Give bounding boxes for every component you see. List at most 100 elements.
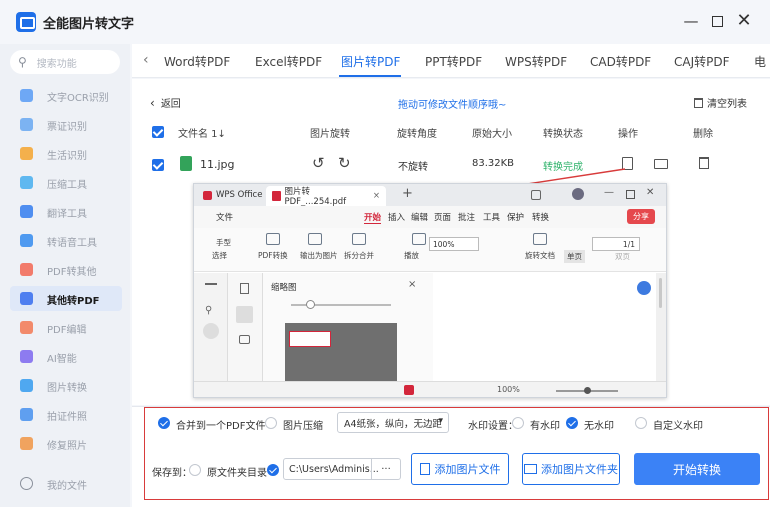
sidebar-item-image-convert[interactable]: 图片转换 bbox=[10, 373, 122, 398]
wps-menu-insert[interactable]: 插入 bbox=[388, 211, 405, 223]
sidebar-item-translate[interactable]: 翻译工具 bbox=[10, 199, 122, 224]
collapse-icon[interactable] bbox=[205, 283, 217, 285]
wps-tab-bar: WPS Office 图片转PDF_...254.pdf × + — ✕ bbox=[194, 184, 666, 207]
close-tab-icon[interactable]: × bbox=[373, 191, 380, 201]
wps-tool-rotate-doc[interactable]: 旋转文档 bbox=[525, 250, 555, 261]
zoom-select[interactable]: 100% bbox=[429, 237, 479, 251]
tab-ppt-to-pdf[interactable]: PPT转PDF bbox=[425, 53, 482, 70]
sidebar-item-pdf-edit[interactable]: PDF编辑 bbox=[10, 315, 122, 340]
search-placeholder: 搜索功能 bbox=[36, 58, 77, 70]
page-input[interactable]: 1/1 bbox=[592, 237, 640, 251]
start-convert-button[interactable]: 开始转换 bbox=[634, 453, 760, 485]
watermark-no-radio[interactable] bbox=[566, 417, 578, 429]
wps-menu-convert[interactable]: 转换 bbox=[532, 211, 549, 223]
wps-tool-double-page[interactable]: 双页 bbox=[612, 250, 633, 263]
search-input[interactable]: ⚲ 搜索功能 bbox=[10, 50, 120, 74]
wps-menu-page[interactable]: 页面 bbox=[434, 211, 451, 223]
close-icon[interactable]: ✕ bbox=[733, 10, 755, 32]
save-original-radio[interactable] bbox=[189, 464, 201, 476]
rotate-right-icon[interactable]: ↻ bbox=[338, 154, 351, 172]
minimize-icon[interactable]: — bbox=[680, 10, 702, 32]
maximize-icon[interactable] bbox=[706, 10, 728, 32]
new-tab-icon[interactable]: + bbox=[402, 186, 413, 201]
wps-close-icon[interactable]: ✕ bbox=[646, 187, 654, 198]
floating-tool-icon[interactable] bbox=[637, 281, 651, 295]
paper-select[interactable]: A4纸张，纵向，无边距 ▾ bbox=[337, 412, 449, 433]
vertical-scrollbar[interactable] bbox=[659, 278, 662, 308]
wps-window-icon[interactable] bbox=[531, 190, 541, 200]
wps-minimize-icon[interactable]: — bbox=[604, 187, 614, 198]
wps-tool-hand[interactable]: 手型 bbox=[216, 237, 231, 248]
bookmark-icon[interactable] bbox=[240, 283, 249, 294]
wps-menu-home[interactable]: 开始 bbox=[364, 211, 382, 224]
share-label: 分享 bbox=[633, 212, 649, 221]
column-header-filename[interactable]: 文件名 1↓ bbox=[178, 125, 226, 140]
avatar[interactable] bbox=[572, 188, 584, 200]
tab-caj-to-pdf[interactable]: CAJ转PDF bbox=[674, 53, 730, 70]
tab-image-to-pdf[interactable]: 图片转PDF bbox=[341, 53, 400, 70]
sidebar-item-my-files[interactable]: 我的文件 bbox=[10, 471, 122, 496]
sidebar-item-ai[interactable]: AI智能 bbox=[10, 344, 122, 369]
clear-list-button[interactable]: 清空列表 bbox=[694, 95, 747, 110]
wps-menu-file[interactable]: 文件 bbox=[216, 211, 233, 223]
tab-cad-to-pdf[interactable]: CAD转PDF bbox=[590, 53, 651, 70]
watermark-no-label: 无水印 bbox=[584, 421, 614, 432]
pdf-edit-icon bbox=[20, 321, 33, 334]
wps-tool-single-page[interactable]: 单页 bbox=[564, 250, 585, 263]
comment-icon[interactable] bbox=[239, 335, 250, 344]
wps-menu-protect[interactable]: 保护 bbox=[507, 211, 524, 223]
sidebar-item-receipt[interactable]: 票证识别 bbox=[10, 112, 122, 137]
sidebar-item-photo-repair[interactable]: 修复照片 bbox=[10, 431, 122, 456]
wps-maximize-icon[interactable] bbox=[626, 190, 635, 199]
sidebar-item-pdf-to-other[interactable]: PDF转其他 bbox=[10, 257, 122, 282]
merge-label: 合并到一个PDF文件 bbox=[176, 421, 266, 432]
back-button[interactable]: ‹ 返回 bbox=[150, 95, 181, 111]
delete-icon[interactable] bbox=[699, 157, 709, 169]
watermark-custom-radio[interactable] bbox=[635, 417, 647, 429]
sidebar-item-compress[interactable]: 压缩工具 bbox=[10, 170, 122, 195]
share-button[interactable]: 分享 bbox=[627, 209, 655, 224]
tab-scroll-left-icon[interactable]: ‹ bbox=[143, 52, 149, 68]
compress-radio[interactable] bbox=[265, 417, 277, 429]
play-icon[interactable] bbox=[404, 385, 414, 395]
thumbnail-icon[interactable] bbox=[236, 306, 253, 323]
sidebar-item-life[interactable]: 生活识别 bbox=[10, 141, 122, 166]
sidebar-item-other-to-pdf[interactable]: 其他转PDF bbox=[10, 286, 122, 311]
close-thumbnail-icon[interactable]: × bbox=[408, 279, 416, 290]
wps-home-tab[interactable]: WPS Office bbox=[198, 187, 267, 203]
wps-menu-edit[interactable]: 编辑 bbox=[411, 211, 428, 223]
wps-tool-split-merge[interactable]: 拆分合并 bbox=[344, 250, 374, 261]
tab-more-to-pdf[interactable]: 电 bbox=[754, 53, 766, 70]
wps-tool-play[interactable]: 播放 bbox=[404, 250, 419, 261]
wps-tool-export-image[interactable]: 输出为图片 bbox=[300, 250, 338, 261]
watermark-yes-radio[interactable] bbox=[512, 417, 524, 429]
sidebar-item-speech[interactable]: 转语音工具 bbox=[10, 228, 122, 253]
add-image-folder-button[interactable]: 添加图片文件夹 bbox=[522, 453, 620, 485]
add-image-file-button[interactable]: 添加图片文件 bbox=[411, 453, 509, 485]
wps-doc-tab[interactable]: 图片转PDF_...254.pdf × bbox=[266, 186, 386, 207]
wps-tool-select[interactable]: 选择 bbox=[212, 250, 227, 261]
slider-handle[interactable] bbox=[306, 300, 315, 309]
sidebar-item-ocr[interactable]: 文字OCR识别 bbox=[10, 83, 122, 108]
tab-word-to-pdf[interactable]: Word转PDF bbox=[164, 53, 230, 70]
tab-wps-to-pdf[interactable]: WPS转PDF bbox=[505, 53, 567, 70]
wps-menu-comment[interactable]: 批注 bbox=[458, 211, 475, 223]
rotate-left-icon[interactable]: ↺ bbox=[312, 154, 325, 172]
back-label: 返回 bbox=[160, 99, 181, 110]
tab-excel-to-pdf[interactable]: Excel转PDF bbox=[255, 53, 322, 70]
wps-menu-tools[interactable]: 工具 bbox=[483, 211, 500, 223]
merge-radio[interactable] bbox=[158, 417, 170, 429]
search-icon[interactable]: ⚲ bbox=[205, 305, 212, 316]
open-folder-icon[interactable] bbox=[654, 159, 668, 169]
sidebar-item-id-photo[interactable]: 拍证件照 bbox=[10, 402, 122, 427]
more-icon[interactable] bbox=[203, 323, 219, 339]
browse-button[interactable]: ··· bbox=[371, 459, 400, 479]
row-checkbox[interactable] bbox=[152, 159, 164, 171]
select-all-checkbox[interactable] bbox=[152, 126, 164, 138]
page-thumbnail[interactable] bbox=[289, 331, 331, 347]
zoom-slider-handle[interactable] bbox=[584, 387, 591, 394]
save-custom-radio[interactable] bbox=[267, 464, 279, 476]
column-header-angle: 旋转角度 bbox=[397, 129, 437, 140]
page-thumbnail-frame[interactable] bbox=[285, 323, 397, 381]
wps-tool-pdf-convert[interactable]: PDF转换 bbox=[258, 250, 288, 261]
